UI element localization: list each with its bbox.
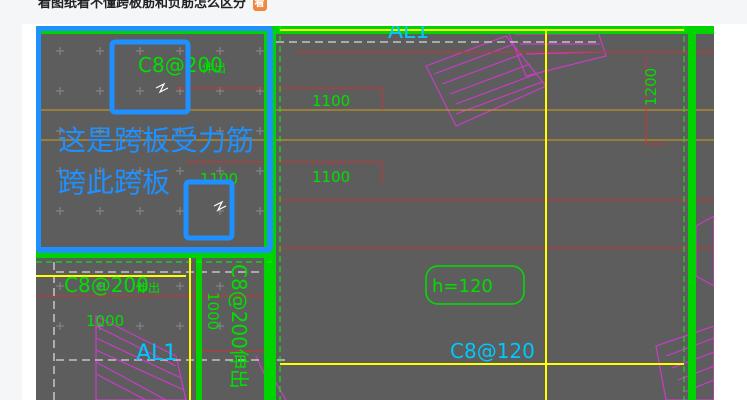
- dimension-1000-a: 1000: [86, 312, 124, 330]
- cad-drawing[interactable]: C8@200 伸出 1100 1100 1100 AL1 C8@200 伸出 1…: [36, 26, 714, 400]
- rebar-label-vertical: C8@200伸出: [227, 264, 251, 389]
- annotation-text-line1: 这是跨板受力筋: [58, 124, 254, 157]
- dimension-1100-a: 1100: [312, 92, 350, 110]
- slab-thickness-tag: h=120: [432, 276, 493, 297]
- top-bar: 看图纸看不懂跨板筋和负筋怎么区分 看: [0, 0, 747, 24]
- annotation-text-line2: 跨此跨板: [58, 166, 170, 199]
- rebar-label-mid-left-suffix: 伸出: [136, 281, 160, 295]
- caption-badge: 看: [252, 0, 267, 11]
- beam-label-al1-top: AL1: [388, 26, 429, 44]
- beam-label-al1-bottom: AL1: [136, 341, 177, 366]
- post-caption: 看图纸看不懂跨板筋和负筋怎么区分 看: [38, 0, 267, 11]
- rebar-label-top-left-suffix: 伸出: [202, 61, 226, 75]
- dimension-1100-b: 1100: [312, 168, 350, 186]
- left-margin: [0, 24, 22, 400]
- dimension-1000-b: 1000: [204, 292, 222, 330]
- dimension-1200: 1200: [642, 68, 660, 106]
- caption-text: 看图纸看不懂跨板筋和负筋怎么区分: [38, 0, 247, 11]
- image-panel: C8@200 伸出 1100 1100 1100 AL1 C8@200 伸出 1…: [0, 24, 747, 400]
- rebar-label-bottom: C8@120: [450, 339, 535, 363]
